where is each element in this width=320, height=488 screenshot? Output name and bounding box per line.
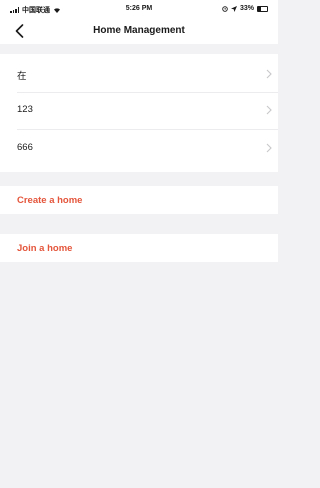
home-name: 在: [17, 71, 27, 82]
status-bar: 中国联通 5:26 PM 33%: [0, 0, 278, 18]
battery-percentage: 33%: [239, 5, 254, 12]
home-list-item[interactable]: 666: [0, 132, 278, 165]
home-list-item[interactable]: 123: [0, 94, 278, 127]
chevron-right-icon: [266, 105, 272, 115]
page-title: Home Management: [93, 25, 185, 36]
location-icon: [230, 5, 237, 12]
navigation-bar: Home Management: [0, 18, 278, 44]
alarm-icon: [222, 5, 228, 12]
divider: [17, 92, 278, 93]
join-home-button[interactable]: Join a home: [0, 234, 278, 262]
battery-icon: [257, 5, 268, 12]
home-name: 666: [17, 142, 33, 153]
home-name: 123: [17, 104, 33, 115]
divider: [17, 129, 278, 130]
home-list-item[interactable]: 在: [0, 58, 278, 91]
chevron-right-icon: [266, 143, 272, 153]
home-list: 在 123 666: [0, 54, 278, 172]
status-right: 33%: [222, 5, 268, 12]
chevron-right-icon: [266, 69, 272, 79]
join-home-label: Join a home: [17, 243, 73, 254]
create-home-label: Create a home: [17, 195, 83, 206]
create-home-button[interactable]: Create a home: [0, 186, 278, 214]
